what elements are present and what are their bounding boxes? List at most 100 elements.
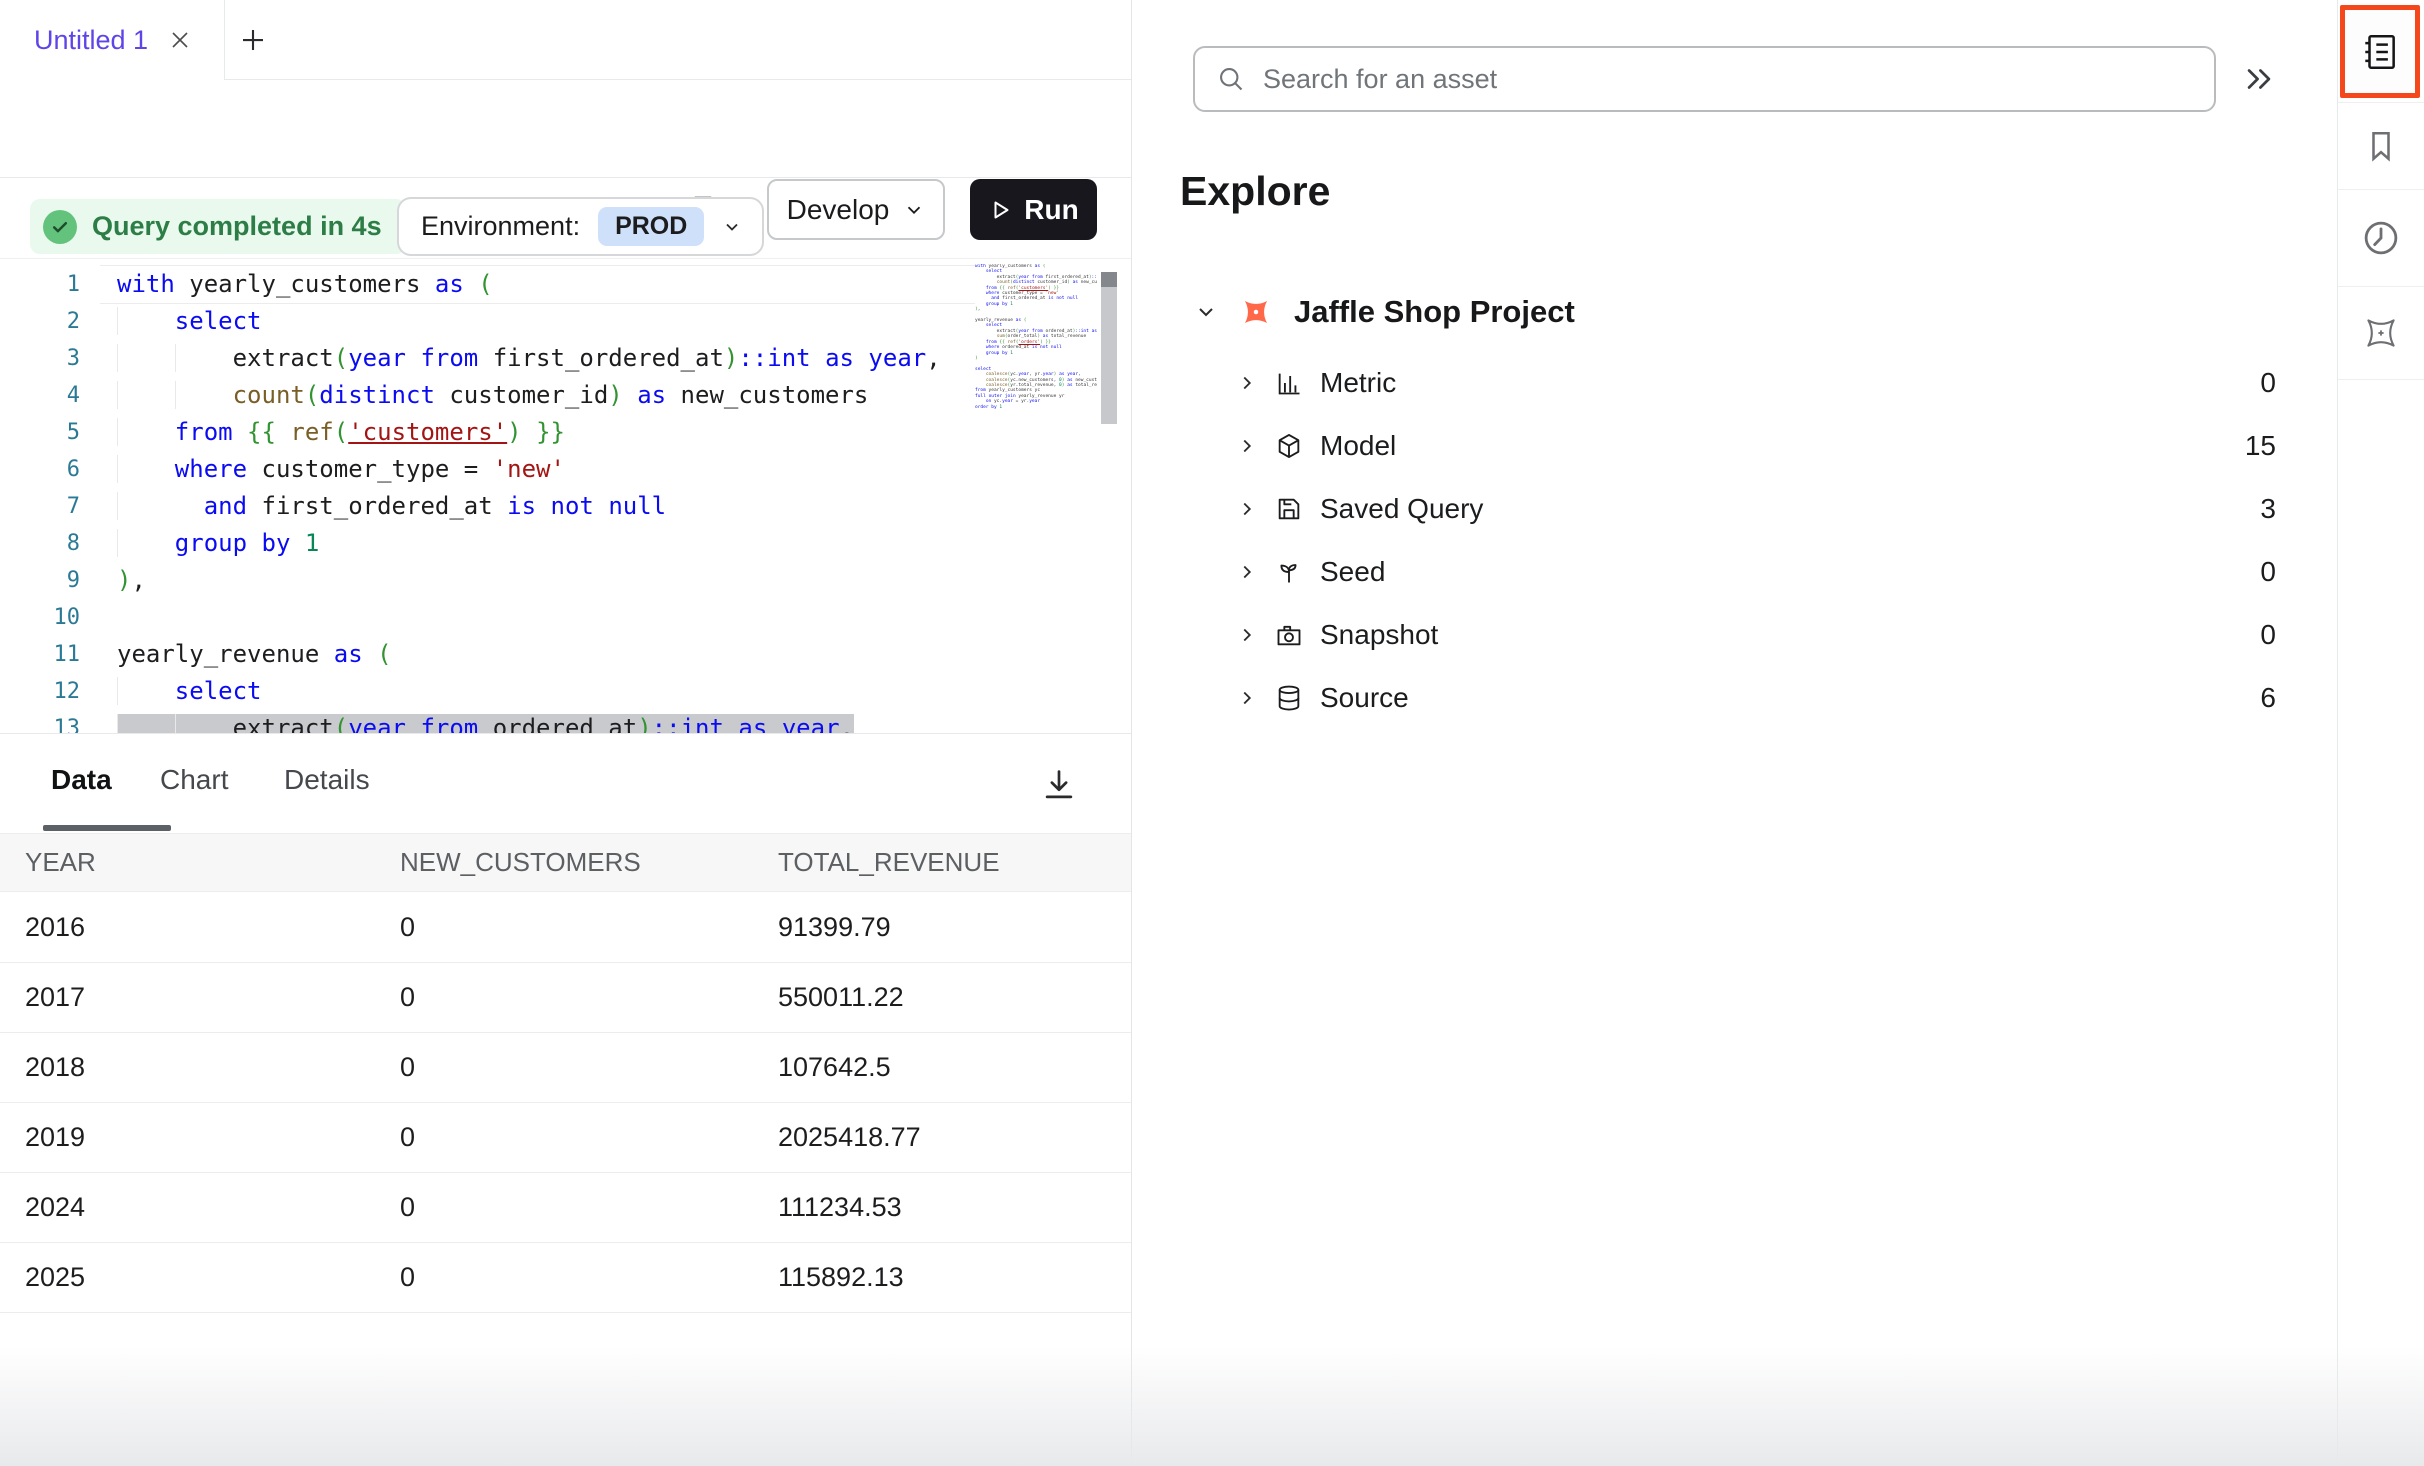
table-cell: 111234.53: [778, 1192, 1131, 1223]
code-area[interactable]: with yearly_customers as ( select extrac…: [100, 266, 975, 733]
tree-item-source[interactable]: Source 6: [1180, 666, 2290, 729]
model-icon: [1275, 432, 1303, 460]
tree-item-count: 3: [2260, 493, 2276, 525]
tree-item-label: Snapshot: [1320, 619, 1438, 651]
line-number: 9: [0, 562, 80, 599]
chevron-down-icon: [722, 217, 742, 237]
source-icon: [1275, 684, 1303, 712]
tree-item-label: Metric: [1320, 367, 1396, 399]
results-tab-bar: Data Chart Details: [0, 733, 1131, 833]
table-row: 201902025418.77: [0, 1103, 1131, 1173]
table-cell: 0: [400, 1192, 778, 1223]
project-name: Jaffle Shop Project: [1294, 294, 1575, 330]
chevron-right-icon[interactable]: [1236, 687, 1258, 709]
table-cell: 2025418.77: [778, 1122, 1131, 1153]
code-line[interactable]: group by 1: [100, 525, 975, 562]
rail-item-catalog-active[interactable]: [2340, 5, 2420, 98]
check-icon: [43, 210, 77, 244]
table-cell: 2018: [25, 1052, 400, 1083]
tree-item-snapshot[interactable]: Snapshot 0: [1180, 603, 2290, 666]
rail-item-bookmarks[interactable]: [2338, 103, 2424, 190]
line-number: 12: [0, 673, 80, 710]
rail-item-dbt[interactable]: [2338, 287, 2424, 380]
code-line[interactable]: where customer_type = 'new': [100, 451, 975, 488]
line-number: 6: [0, 451, 80, 488]
search-input[interactable]: [1261, 48, 2214, 110]
chevron-right-icon[interactable]: [1236, 435, 1258, 457]
code-line[interactable]: and first_ordered_at is not null: [100, 488, 975, 525]
code-line[interactable]: select: [100, 673, 975, 710]
tree-item-label: Seed: [1320, 556, 1385, 588]
environment-value-pill: PROD: [598, 207, 704, 246]
tab-data[interactable]: Data: [51, 764, 112, 796]
table-cell: 107642.5: [778, 1052, 1131, 1083]
active-tab-underline: [43, 825, 171, 831]
notebook-list-icon: [2359, 30, 2401, 74]
table-cell: 2019: [25, 1122, 400, 1153]
editor-minimap[interactable]: with yearly_customers as ( select extrac…: [975, 264, 1097, 729]
code-line[interactable]: extract(year from first_ordered_at)::int…: [100, 340, 975, 377]
table-row: 20170550011.22: [0, 963, 1131, 1033]
tree-item-saved-query[interactable]: Saved Query 3: [1180, 477, 2290, 540]
right-icon-rail: [2337, 0, 2424, 1466]
code-line[interactable]: select: [100, 303, 975, 340]
code-line[interactable]: with yearly_customers as (: [100, 266, 975, 303]
tab-bar: Untitled 1: [0, 0, 1131, 80]
code-line[interactable]: extract(year from ordered_at)::int as ye…: [100, 710, 975, 733]
table-header-row: YEAR NEW_CUSTOMERS TOTAL_REVENUE: [0, 833, 1131, 892]
tree-root-project[interactable]: Jaffle Shop Project: [1180, 286, 2290, 338]
line-number: 1: [0, 266, 80, 303]
code-line[interactable]: from {{ ref('customers') }}: [100, 414, 975, 451]
status-row: Query completed in 4s Environment: PROD: [0, 178, 1131, 259]
table-cell: 2024: [25, 1192, 400, 1223]
tree-item-model[interactable]: Model 15: [1180, 414, 2290, 477]
code-line[interactable]: ),: [100, 562, 975, 599]
line-number: 11: [0, 636, 80, 673]
rail-item-history[interactable]: [2338, 190, 2424, 287]
sql-editor[interactable]: 12345678910111213 with yearly_customers …: [0, 259, 1131, 733]
tree-item-count: 0: [2260, 556, 2276, 588]
tree-item-count: 15: [2245, 430, 2276, 462]
tab-untitled-1[interactable]: Untitled 1: [0, 0, 225, 80]
code-line[interactable]: yearly_revenue as (: [100, 636, 975, 673]
column-header-year: YEAR: [25, 847, 400, 878]
collapse-panel-icon[interactable]: [2242, 62, 2276, 96]
table-cell: 2017: [25, 982, 400, 1013]
asset-search-box[interactable]: [1193, 46, 2216, 112]
chevron-right-icon[interactable]: [1236, 372, 1258, 394]
results-table: 2016091399.7920170550011.2220180107642.5…: [0, 893, 1131, 1313]
new-tab-button[interactable]: [238, 25, 268, 55]
tree-item-label: Saved Query: [1320, 493, 1483, 525]
line-number: 3: [0, 340, 80, 377]
editor-scrollbar[interactable]: [1101, 272, 1117, 424]
seed-icon: [1275, 558, 1303, 586]
table-cell: 0: [400, 1122, 778, 1153]
table-cell: 0: [400, 1052, 778, 1083]
tree-item-metric[interactable]: Metric 0: [1180, 351, 2290, 414]
close-tab-icon[interactable]: [168, 28, 192, 52]
tree-item-label: Model: [1320, 430, 1396, 462]
chevron-right-icon[interactable]: [1236, 624, 1258, 646]
chevron-right-icon[interactable]: [1236, 561, 1258, 583]
table-row: 20250115892.13: [0, 1243, 1131, 1313]
chevron-down-icon[interactable]: [1194, 300, 1218, 324]
editor-pane: Untitled 1 Develop Run Query completed i…: [0, 0, 1132, 1466]
code-line[interactable]: count(distinct customer_id) as new_custo…: [100, 377, 975, 414]
code-line[interactable]: [100, 599, 975, 636]
toolbar: Develop Run: [0, 80, 1131, 178]
download-icon[interactable]: [1040, 766, 1078, 804]
tab-chart[interactable]: Chart: [160, 764, 228, 796]
query-status-text: Query completed in 4s: [92, 211, 382, 242]
line-number: 10: [0, 599, 80, 636]
saved-query-icon: [1275, 495, 1303, 523]
tree-item-label: Source: [1320, 682, 1409, 714]
environment-selector[interactable]: Environment: PROD: [397, 197, 764, 256]
metric-icon: [1275, 369, 1303, 397]
tree-item-seed[interactable]: Seed 0: [1180, 540, 2290, 603]
chevron-right-icon[interactable]: [1236, 498, 1258, 520]
table-row: 2016091399.79: [0, 893, 1131, 963]
dbt-logo-icon: [2360, 312, 2402, 354]
search-icon: [1217, 65, 1245, 93]
tab-details[interactable]: Details: [284, 764, 370, 796]
tree-item-count: 6: [2260, 682, 2276, 714]
